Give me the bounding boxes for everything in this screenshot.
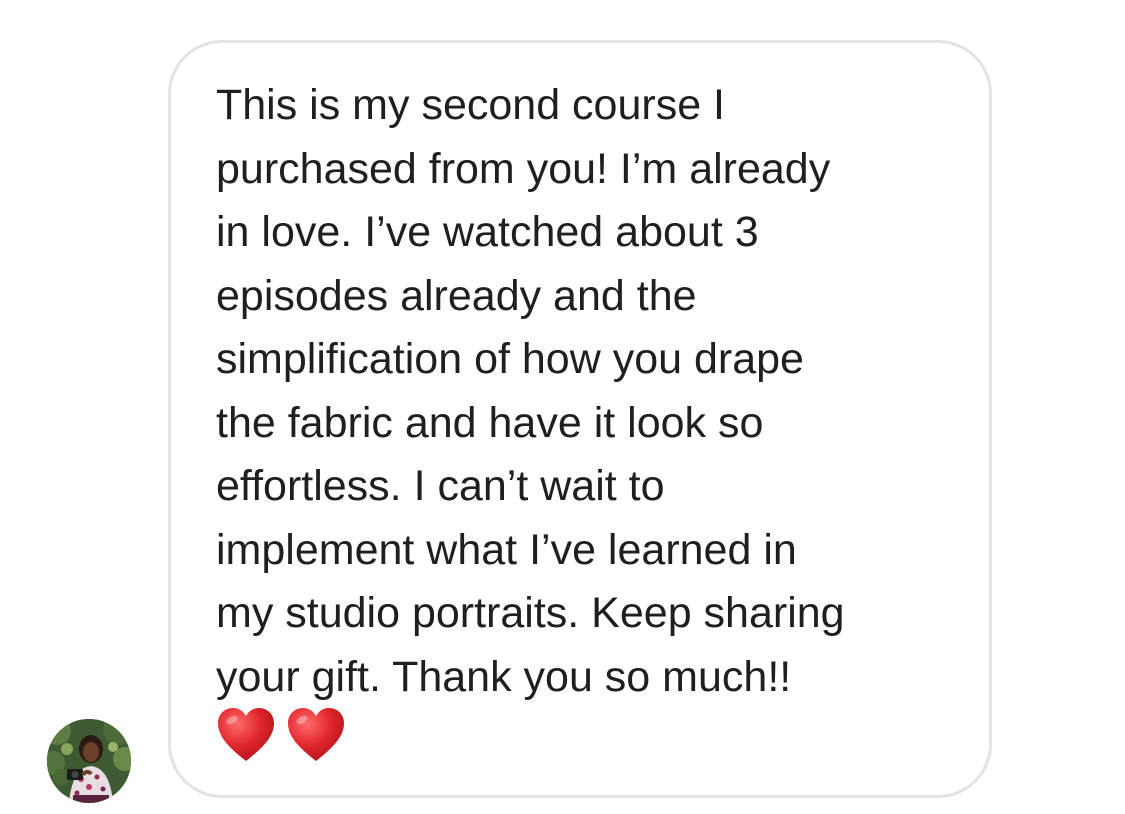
message-line: effortless. I can’t wait to [216,462,665,510]
message-line: purchased from you! I’m already [216,144,831,193]
message-line: episodes already and the [216,271,697,320]
message-line: the fabric and have it look so [216,398,764,447]
message-line: my studio portraits. Keep sharing [216,589,845,637]
sender-avatar[interactable] [47,719,131,803]
profile-photo-avatar [47,719,131,803]
message-line: This is my second course I [216,81,726,129]
message-line: implement what I’ve learned in [216,525,797,574]
message-line: your gift. Thank you so much!! [216,652,792,701]
message-line: in love. I’ve watched about 3 [216,208,759,256]
emoji-row [216,703,346,767]
red-heart-icon [286,706,346,764]
dm-conversation-view: This is my second course I purchased fro… [0,0,1125,814]
message-line: simplification of how you drape [216,335,804,383]
red-heart-icon [216,706,276,764]
message-text: This is my second course I purchased fro… [216,74,976,709]
